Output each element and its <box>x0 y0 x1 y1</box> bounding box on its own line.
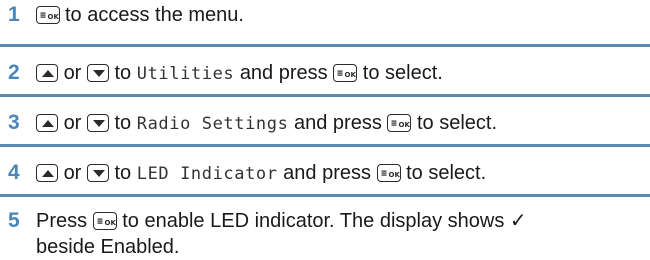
down-arrow-key-icon <box>86 164 109 182</box>
step-divider <box>0 194 650 197</box>
step-number: 3 <box>8 111 20 134</box>
or-text: or <box>63 162 82 184</box>
up-arrow-key-icon <box>36 64 58 82</box>
menu-target-led-indicator: LED Indicator <box>136 164 278 184</box>
step-text: Press OK to enable LED indicator. The di… <box>36 208 646 260</box>
step-1-text: to access the menu. <box>65 4 244 26</box>
step-number: 1 <box>8 3 20 26</box>
to-text: to <box>114 62 132 84</box>
press-text: Press <box>36 210 88 232</box>
end-text: to select. <box>362 62 443 84</box>
menu-ok-key-icon: OK <box>92 212 117 230</box>
ok-key-label: OK <box>48 13 60 21</box>
end-text: to select. <box>416 112 498 134</box>
ok-key-label: OK <box>104 219 116 227</box>
step-text: or to Radio Settings and press OK to sel… <box>36 110 646 137</box>
to-text: to <box>114 112 132 134</box>
ok-key-label: OK <box>388 171 400 179</box>
menu-ok-key-icon: OK <box>36 6 60 24</box>
step-text: OK to access the menu. <box>36 2 646 28</box>
press-text: and press <box>239 62 328 84</box>
step-text: or to LED Indicator and press OK to sele… <box>36 160 646 187</box>
ok-key-label: OK <box>399 121 411 129</box>
menu-ok-key-icon: OK <box>376 164 401 182</box>
to-text: to <box>114 162 132 184</box>
down-arrow-key-icon <box>86 64 109 82</box>
menu-target-utilities: Utilities <box>136 64 235 84</box>
end-text: to select. <box>406 162 487 184</box>
step-text: or to Utilities and press OK to select. <box>36 60 646 87</box>
up-arrow-key-icon <box>36 164 58 182</box>
or-text: or <box>63 62 82 84</box>
up-arrow-key-icon <box>36 114 58 132</box>
step-number: 4 <box>8 161 20 184</box>
step-5-line-1: to enable LED indicator. The display sho… <box>122 210 527 232</box>
instruction-steps: 1 OK to access the menu. 2 or to Utiliti… <box>0 0 650 258</box>
step-divider <box>0 144 650 147</box>
step-number: 2 <box>8 61 20 84</box>
step-number: 5 <box>8 209 20 232</box>
step-5-line-2: beside Enabled. <box>36 236 180 258</box>
down-arrow-key-icon <box>86 114 109 132</box>
ok-key-label: OK <box>345 71 357 79</box>
menu-target-radio-settings: Radio Settings <box>136 114 289 134</box>
menu-ok-key-icon: OK <box>333 64 358 82</box>
menu-ok-key-icon: OK <box>387 114 412 132</box>
press-text: and press <box>283 162 371 184</box>
press-text: and press <box>294 112 382 134</box>
step-divider <box>0 94 650 97</box>
or-text: or <box>63 112 82 134</box>
step-divider <box>0 44 650 47</box>
